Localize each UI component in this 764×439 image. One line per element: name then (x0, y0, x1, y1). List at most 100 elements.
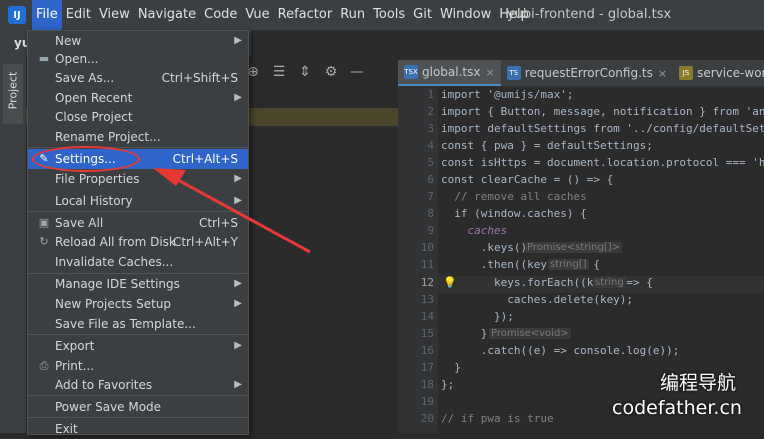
code-line: import { Button, message, notification }… (441, 105, 764, 118)
watermark-chinese: 编程导航 (660, 372, 737, 394)
gear-icon[interactable]: ⚙ (318, 64, 344, 80)
line-number: 19 (420, 395, 434, 408)
chevron-right-icon: ▶ (234, 379, 242, 390)
chevron-right-icon: ▶ (234, 298, 242, 309)
tab-service-worker[interactable]: JS service-worker.js (673, 60, 764, 86)
menu-item-invalidate-caches[interactable]: Invalidate Caches... (28, 252, 248, 272)
menu-item-power-save-mode[interactable]: Power Save Mode (28, 397, 248, 417)
shortcut: Ctrl+S (198, 216, 238, 230)
menu-item-file-properties[interactable]: File Properties ▶ (28, 169, 248, 189)
menu-separator (28, 395, 248, 396)
menu-vue[interactable]: Vue (241, 0, 273, 30)
code-line: const { pwa } = defaultSettings; (441, 139, 653, 152)
expand-all-icon[interactable]: ☰ (266, 64, 292, 80)
line-number: 20 (420, 412, 434, 425)
line-number: 14 (420, 310, 434, 323)
menu-navigate[interactable]: Navigate (134, 0, 200, 30)
code-line: }) (441, 327, 494, 340)
tab-global-tsx[interactable]: TSX global.tsx × (398, 60, 501, 86)
file-menu-dropdown: New ▶ ▬ Open... Save As... Ctrl+Shift+S Ope… (27, 30, 249, 436)
menu-item-local-history[interactable]: Local History ▶ (28, 191, 248, 211)
line-number: 7 (427, 190, 434, 203)
menu-view[interactable]: View (95, 0, 134, 30)
line-number: 5 (427, 156, 434, 169)
line-number: 17 (420, 361, 434, 374)
close-icon[interactable]: × (658, 67, 667, 80)
tsx-file-icon: TSX (404, 65, 418, 79)
code-line: // if pwa is true (441, 412, 554, 425)
menu-item-open[interactable]: ▬ Open... (28, 49, 248, 69)
line-number: 4 (427, 139, 434, 152)
menu-item-open-recent[interactable]: Open Recent ▶ (28, 88, 248, 108)
line-number: 6 (427, 173, 434, 186)
menu-git[interactable]: Git (409, 0, 436, 30)
code-line: const isHttps = document.location.protoc… (441, 156, 764, 169)
menu-item-new[interactable]: New ▶ (28, 31, 248, 51)
menu-separator (28, 334, 248, 335)
chevron-right-icon: ▶ (234, 278, 242, 289)
menu-run[interactable]: Run (336, 0, 369, 30)
menu-item-save-as-template[interactable]: Save File as Template... (28, 314, 248, 334)
line-number: 8 (427, 207, 434, 220)
code-line: if (window.caches) { (441, 207, 587, 220)
reload-icon: ↻ (39, 235, 49, 248)
print-icon: ⎙ (39, 359, 49, 372)
line-number-gutter: 1 2 3 4 5 6 7 8 9 10 11 12 13 14 15 16 1… (398, 87, 438, 433)
tab-label: service-worker.js (697, 66, 764, 80)
menu-item-add-to-favorites[interactable]: Add to Favorites ▶ (28, 375, 248, 395)
save-icon: ▣ (38, 216, 50, 229)
project-tab-label: Project (6, 71, 20, 110)
inlay-hint: Promise<string[]> (525, 242, 623, 253)
chevron-right-icon: ▶ (234, 195, 242, 206)
line-number: 15 (420, 327, 434, 340)
collapse-all-icon[interactable]: ⇕ (292, 64, 318, 80)
js-file-icon: JS (679, 66, 694, 80)
menu-code[interactable]: Code (200, 0, 241, 30)
menu-item-exit[interactable]: Exit (28, 419, 248, 439)
menu-item-save-as[interactable]: Save As... Ctrl+Shift+S (28, 68, 248, 88)
menu-separator (28, 417, 248, 418)
menu-item-save-all[interactable]: ▣ Save All Ctrl+S (28, 213, 248, 233)
line-number: 3 (427, 122, 434, 135)
menu-item-manage-ide-settings[interactable]: Manage IDE Settings ▶ (28, 274, 248, 294)
window-title: yubi-frontend - global.tsx (507, 7, 672, 22)
shortcut: Ctrl+Alt+S (172, 152, 238, 166)
menu-item-print[interactable]: ⎙ Print... (28, 356, 248, 376)
watermark-url: codefather.cn (612, 397, 742, 419)
code-line: // remove all caches (441, 190, 587, 203)
tab-label: requestErrorConfig.ts (524, 66, 653, 80)
line-number: 18 (420, 378, 434, 391)
menu-item-rename-project[interactable]: Rename Project... (28, 127, 248, 147)
menu-item-reload-all[interactable]: ↻ Reload All from Disk Ctrl+Alt+Y (28, 232, 248, 252)
inlay-hint: Promise<void> (489, 328, 571, 339)
line-number: 16 (420, 344, 434, 357)
code-line: .catch((e) => console.log(e)); (441, 344, 680, 357)
code-line: } (441, 361, 461, 374)
line-number: 11 (420, 258, 434, 271)
menu-item-close-project[interactable]: Close Project (28, 107, 248, 127)
menu-item-export[interactable]: Export ▶ (28, 336, 248, 356)
inlay-hint: string[] (548, 259, 589, 270)
menu-refactor[interactable]: Refactor (274, 0, 337, 30)
menu-window[interactable]: Window (436, 0, 495, 30)
menu-tools[interactable]: Tools (369, 0, 409, 30)
ts-file-icon: TS (506, 66, 521, 80)
line-number: 9 (427, 224, 434, 237)
chevron-right-icon: ▶ (234, 340, 242, 351)
tab-request-error-config[interactable]: TS requestErrorConfig.ts × (501, 60, 673, 86)
app-logo-icon: IJ (8, 6, 26, 24)
menu-item-new-projects-setup[interactable]: New Projects Setup ▶ (28, 294, 248, 314)
code-line: caches.delete(key); (441, 293, 634, 306)
line-number-current: 12 (420, 276, 434, 289)
line-number: 13 (420, 293, 434, 306)
minimize-icon[interactable]: — (344, 64, 370, 80)
annotation-ellipse (32, 146, 140, 172)
code-line: }); (441, 310, 514, 323)
editor-tabs: TSX global.tsx × TS requestErrorConfig.t… (398, 60, 764, 87)
code-line: .keys() (441, 241, 528, 254)
menu-file[interactable]: File (32, 0, 62, 30)
menu-edit[interactable]: Edit (62, 0, 95, 30)
line-number: 1 (427, 88, 434, 101)
close-icon[interactable]: × (485, 66, 494, 79)
project-tool-tab[interactable]: Project (3, 64, 23, 124)
